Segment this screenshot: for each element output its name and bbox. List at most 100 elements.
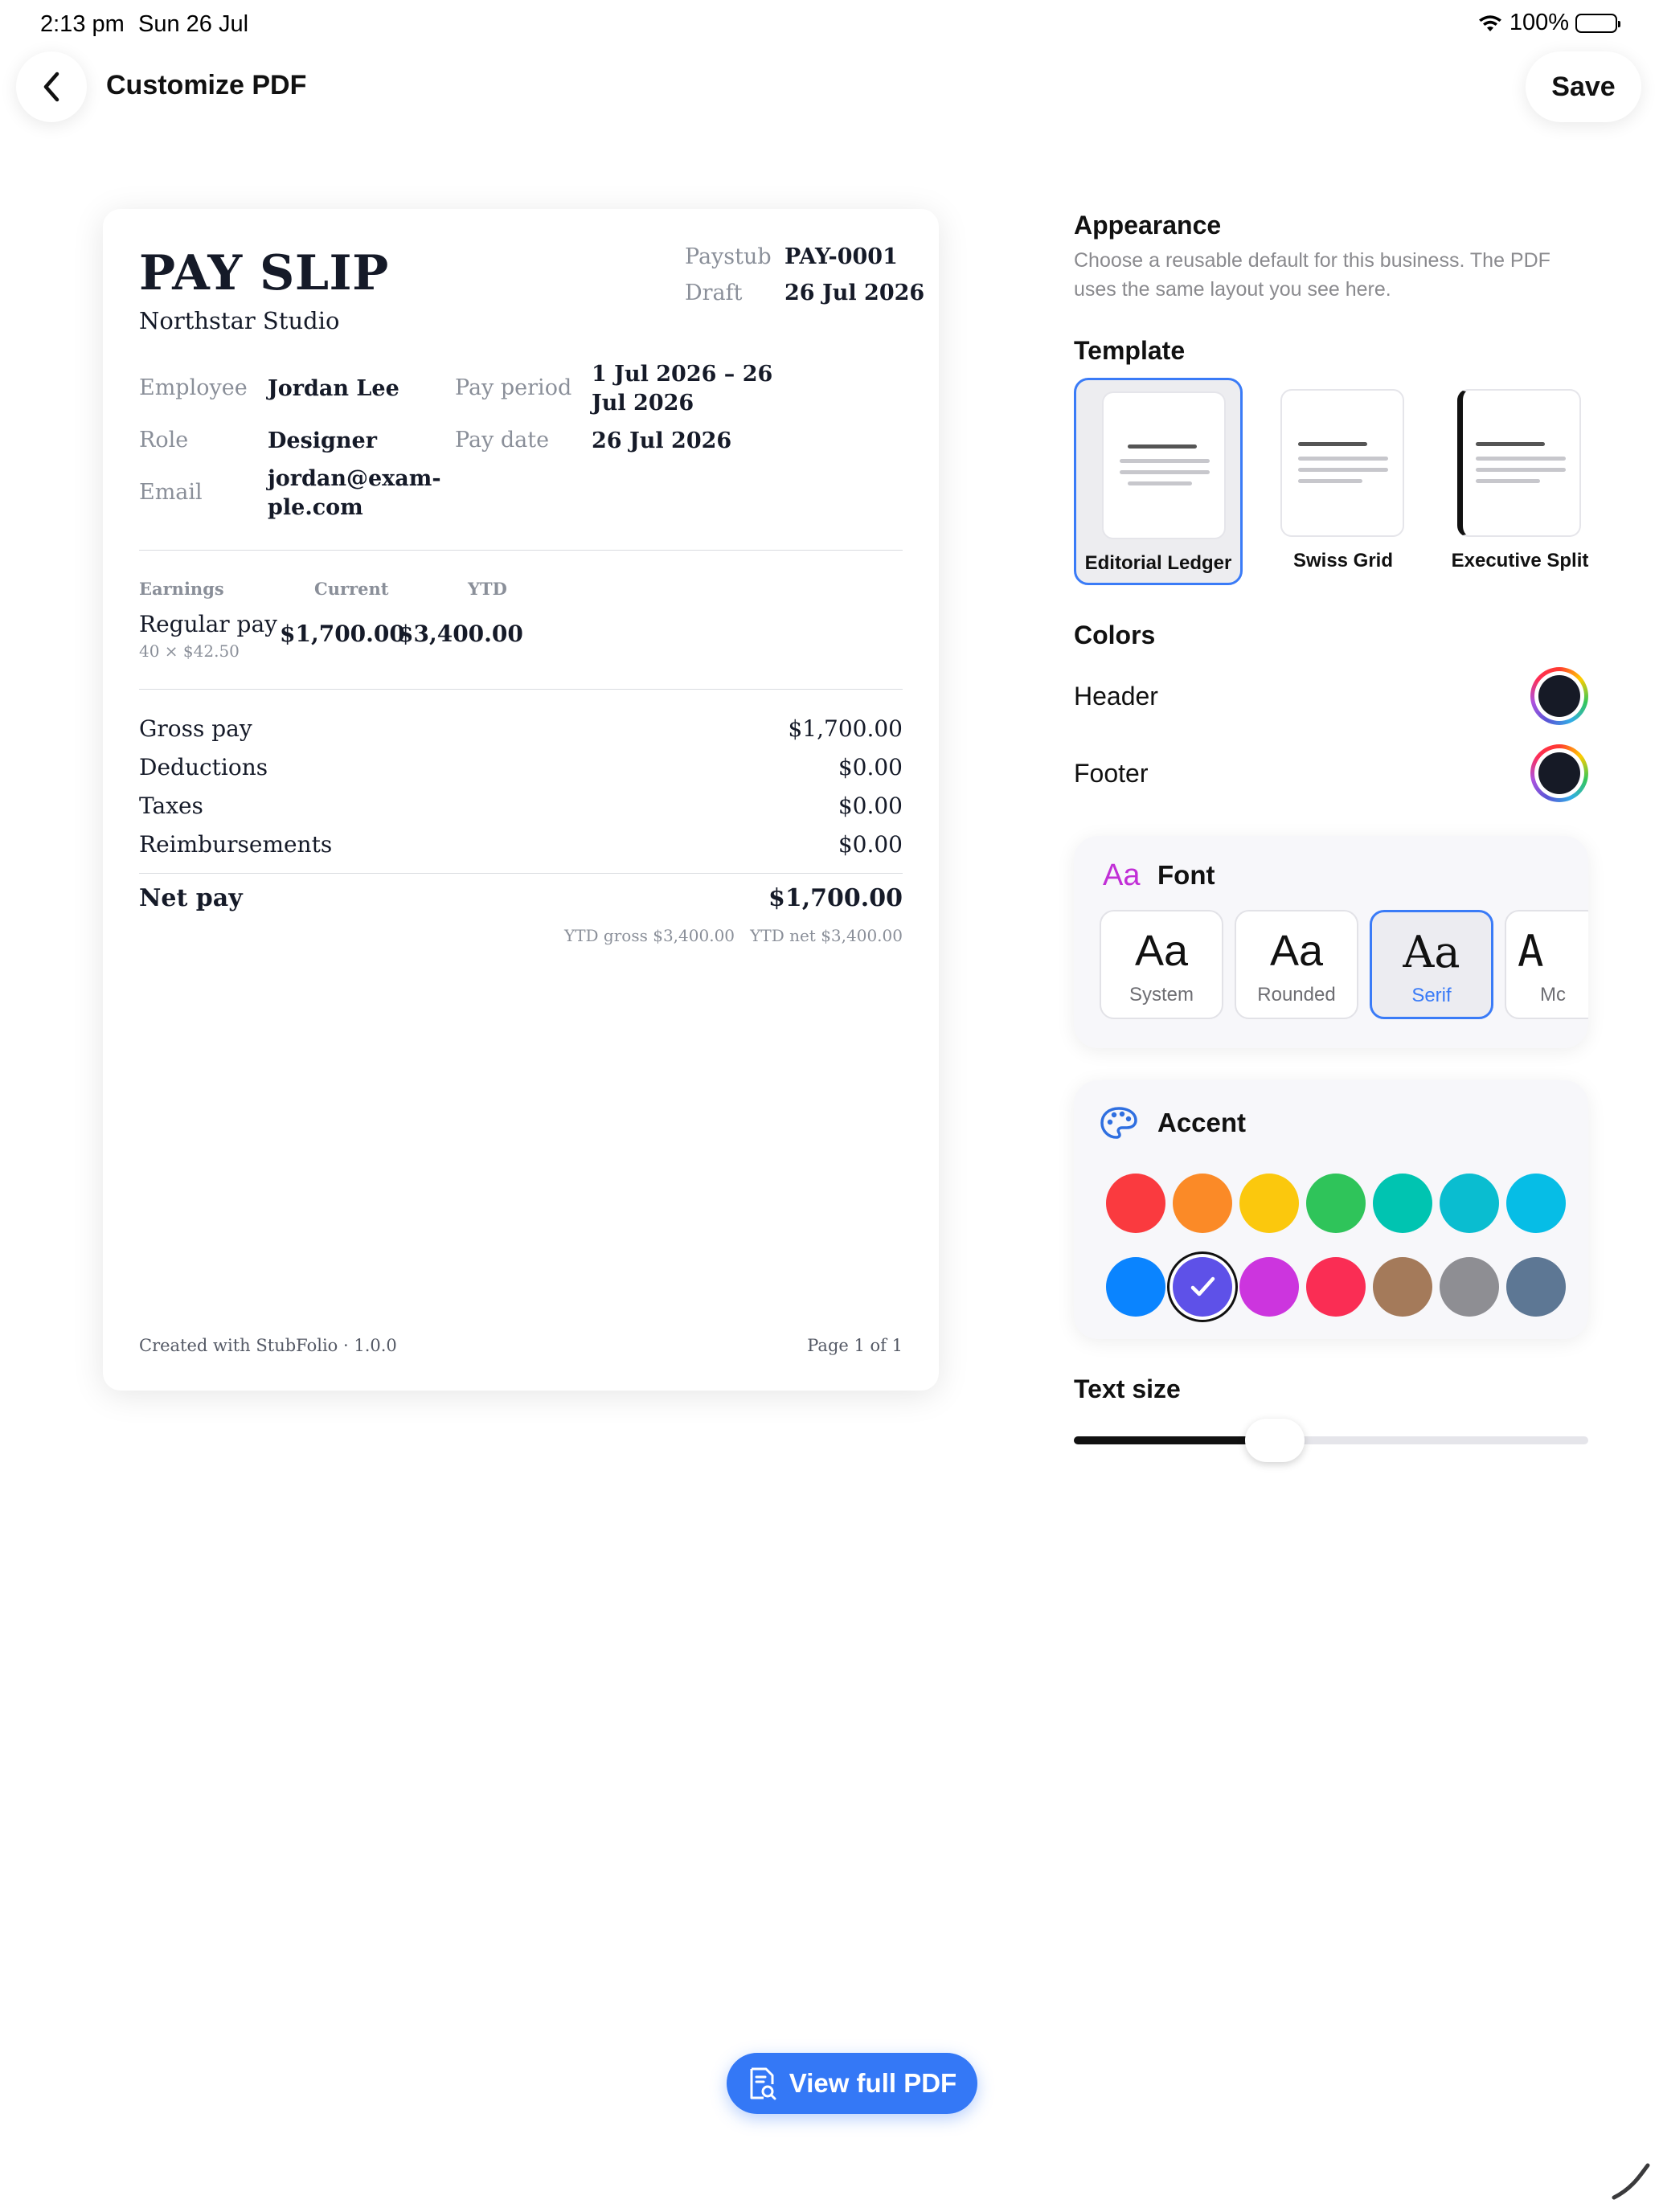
- accent-swatch[interactable]: [1173, 1174, 1232, 1233]
- template-swiss-grid[interactable]: Swiss Grid: [1259, 378, 1428, 585]
- font-option-serif[interactable]: Aa Serif: [1370, 910, 1493, 1019]
- accent-swatch[interactable]: [1440, 1257, 1499, 1317]
- footer-color-label: Footer: [1074, 759, 1149, 788]
- accent-swatch[interactable]: [1173, 1257, 1232, 1317]
- back-button[interactable]: [16, 51, 87, 122]
- draft-value: 26 Jul 2026: [784, 281, 925, 305]
- pdf-footer-page: Page 1 of 1: [807, 1336, 903, 1355]
- status-date: Sun 26 Jul: [138, 11, 249, 37]
- pay-period-value-line2: Jul 2026: [592, 391, 694, 416]
- accent-swatch[interactable]: [1373, 1257, 1432, 1317]
- ytd-header: YTD: [468, 579, 507, 599]
- accent-swatch[interactable]: [1506, 1257, 1566, 1317]
- font-sample: Aa: [1269, 927, 1324, 975]
- font-option-mono[interactable]: A Mc: [1505, 910, 1588, 1019]
- earning-detail: 40 × $42.50: [139, 641, 240, 661]
- taxes-value: $0.00: [838, 793, 903, 819]
- font-name: Mc: [1540, 984, 1566, 1006]
- deductions-value: $0.00: [838, 754, 903, 780]
- net-pay-value: $1,700.00: [768, 884, 903, 912]
- earning-label: Regular pay: [139, 611, 277, 637]
- page-title: Customize PDF: [106, 70, 307, 100]
- pdf-title: PAY SLIP: [139, 245, 389, 301]
- deductions-label: Deductions: [139, 754, 268, 780]
- earning-current: $1,700.00: [280, 621, 405, 647]
- font-title: Font: [1157, 860, 1215, 890]
- view-full-pdf-label: View full PDF: [789, 2068, 957, 2098]
- paystub-value: PAY-0001: [784, 244, 898, 269]
- pay-period-label: Pay period: [455, 375, 572, 400]
- document-search-icon: [750, 2067, 776, 2100]
- battery-icon: [1575, 13, 1620, 33]
- gross-pay-value: $1,700.00: [788, 715, 903, 742]
- pencil-indicator-icon: [1612, 2163, 1650, 2200]
- font-name: Rounded: [1257, 984, 1336, 1006]
- paystub-label: Paystub: [685, 244, 772, 269]
- text-size-title: Text size: [1074, 1374, 1181, 1403]
- divider: [139, 689, 903, 690]
- font-option-system[interactable]: Aa System: [1100, 910, 1223, 1019]
- role-label: Role: [139, 428, 189, 453]
- accent-swatch[interactable]: [1306, 1174, 1366, 1233]
- earnings-header: Earnings: [139, 579, 224, 599]
- template-label: Editorial Ledger: [1084, 552, 1232, 574]
- accent-swatch[interactable]: [1239, 1257, 1299, 1317]
- reimbursements-label: Reimbursements: [139, 831, 333, 858]
- accent-swatch[interactable]: [1306, 1257, 1366, 1317]
- accent-swatch[interactable]: [1106, 1257, 1165, 1317]
- header-color-label: Header: [1074, 682, 1158, 711]
- font-name: System: [1129, 984, 1194, 1006]
- email-label: Email: [139, 480, 203, 505]
- text-size-slider-thumb[interactable]: [1244, 1419, 1305, 1462]
- gross-pay-label: Gross pay: [139, 715, 252, 742]
- divider: [139, 873, 903, 874]
- checkmark-icon: [1190, 1276, 1215, 1296]
- header-color-picker[interactable]: [1530, 667, 1588, 725]
- draft-label: Draft: [685, 281, 743, 305]
- palette-icon: [1100, 1107, 1137, 1139]
- employee-value: Jordan Lee: [268, 376, 399, 401]
- font-sample: Aa: [1403, 927, 1460, 977]
- template-label: Executive Split: [1451, 550, 1589, 571]
- chevron-left-icon: [43, 72, 59, 102]
- font-icon: Aa: [1103, 858, 1141, 892]
- accent-title: Accent: [1157, 1108, 1247, 1137]
- status-indicators: 100%: [1477, 10, 1620, 36]
- taxes-label: Taxes: [139, 793, 203, 819]
- font-panel: Aa Font Aa System Aa Rounded Aa Serif A …: [1074, 836, 1588, 1048]
- earning-ytd: $3,400.00: [398, 621, 523, 647]
- wifi-icon: [1478, 14, 1501, 31]
- font-sample: Aa: [1134, 927, 1189, 975]
- template-thumbnail: [1457, 389, 1581, 537]
- appearance-desc-line1: Choose a reusable default for this busin…: [1074, 249, 1550, 272]
- appearance-desc-line2: uses the same layout you see here.: [1074, 278, 1391, 301]
- font-option-rounded[interactable]: Aa Rounded: [1235, 910, 1358, 1019]
- divider: [139, 550, 903, 551]
- template-thumbnail: [1280, 389, 1404, 537]
- save-button[interactable]: Save: [1526, 51, 1641, 122]
- footer-color-picker[interactable]: [1530, 744, 1588, 802]
- font-name: Serif: [1411, 985, 1452, 1006]
- appearance-title: Appearance: [1074, 211, 1222, 240]
- accent-swatch[interactable]: [1440, 1174, 1499, 1233]
- pdf-footer-credit: Created with StubFolio · 1.0.0: [139, 1336, 397, 1355]
- accent-swatch[interactable]: [1106, 1174, 1165, 1233]
- template-executive-split[interactable]: Executive Split: [1436, 378, 1604, 585]
- pay-date-label: Pay date: [455, 428, 550, 453]
- pdf-preview: PAY SLIP Northstar Studio Paystub PAY-00…: [103, 209, 939, 1391]
- employee-label: Employee: [139, 375, 248, 400]
- accent-swatch[interactable]: [1506, 1174, 1566, 1233]
- email-value-line1: jordan@exam-: [268, 466, 441, 491]
- pay-date-value: 26 Jul 2026: [592, 428, 732, 453]
- status-time: 2:13 pm: [40, 11, 125, 37]
- email-value-line2: ple.com: [268, 495, 363, 520]
- accent-panel: Accent: [1074, 1080, 1588, 1339]
- view-full-pdf-button[interactable]: View full PDF: [727, 2053, 977, 2114]
- current-header: Current: [314, 579, 389, 599]
- template-editorial-ledger[interactable]: Editorial Ledger: [1074, 378, 1243, 585]
- pdf-company: Northstar Studio: [139, 307, 340, 334]
- template-title: Template: [1074, 336, 1186, 365]
- accent-swatch[interactable]: [1239, 1174, 1299, 1233]
- accent-swatch[interactable]: [1373, 1174, 1432, 1233]
- ytd-gross: YTD gross $3,400.00: [564, 926, 735, 945]
